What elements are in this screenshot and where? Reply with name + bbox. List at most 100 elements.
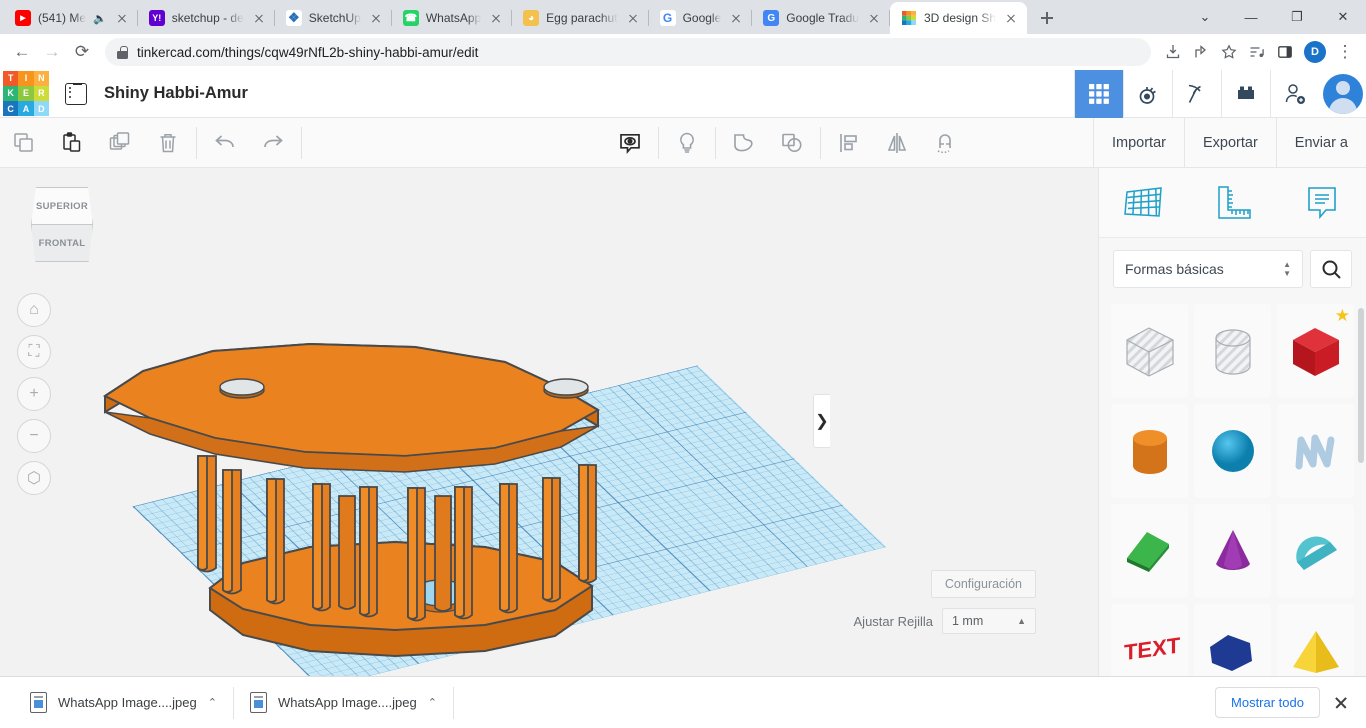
view-cube-front-face[interactable]: FRONTAL: [31, 224, 93, 262]
view-visibility-button[interactable]: [606, 118, 654, 168]
minecraft-pickaxe-icon[interactable]: [1172, 69, 1221, 118]
shape-text[interactable]: TEXT: [1111, 604, 1188, 676]
maximize-button[interactable]: ❐: [1274, 0, 1320, 34]
browser-tab[interactable]: ☎ WhatsApp: [392, 2, 513, 34]
download-item[interactable]: WhatsApp Image....jpeg ⌃: [234, 686, 454, 719]
url-text: tinkercad.com/things/cqw49rNfL2b-shiny-h…: [137, 44, 479, 60]
show-all-downloads-button[interactable]: Mostrar todo: [1215, 687, 1320, 718]
tab-close-icon[interactable]: [488, 10, 504, 26]
redo-button[interactable]: [249, 118, 297, 168]
tab-close-icon[interactable]: [625, 10, 641, 26]
send-to-button[interactable]: Enviar a: [1277, 118, 1366, 168]
reload-button[interactable]: ⟳: [68, 38, 96, 66]
tab-close-icon[interactable]: [114, 10, 130, 26]
minimize-button[interactable]: —: [1228, 0, 1274, 34]
note-tool-icon[interactable]: [1294, 177, 1350, 229]
undo-button[interactable]: [201, 118, 249, 168]
user-avatar[interactable]: [1319, 73, 1366, 114]
panel-collapse-toggle[interactable]: ❯: [813, 394, 830, 448]
browser-tab[interactable]: ❖ SketchUp: [275, 2, 392, 34]
browser-tab[interactable]: G Google: [649, 2, 753, 34]
tab-mute-icon[interactable]: 🔈: [93, 12, 107, 25]
workplane-tool-icon[interactable]: [1116, 177, 1172, 229]
google-translate-icon: G: [763, 10, 780, 26]
shape-cylinder-hole[interactable]: [1194, 304, 1271, 398]
logo-letter: E: [18, 85, 34, 102]
shape-cone[interactable]: [1194, 504, 1271, 598]
share-icon[interactable]: [1188, 39, 1214, 65]
codeblocks-icon[interactable]: [1123, 69, 1172, 118]
browser-tab[interactable]: ▶ (541) Me 🔈: [4, 2, 138, 34]
tab-search-icon[interactable]: ⌄: [1182, 0, 1228, 34]
address-bar[interactable]: tinkercad.com/things/cqw49rNfL2b-shiny-h…: [105, 38, 1151, 66]
shape-box[interactable]: ★: [1277, 304, 1354, 398]
media-control-icon[interactable]: [1244, 39, 1270, 65]
fit-to-view-button[interactable]: ⛶: [17, 335, 51, 369]
browser-menu-icon[interactable]: ⋮: [1332, 39, 1358, 65]
browser-tab[interactable]: G Google Tradu: [752, 2, 890, 34]
lightbulb-hint-button[interactable]: [663, 118, 711, 168]
home-view-button[interactable]: ⌂: [17, 293, 51, 327]
3d-model-two-disc-pillar-stand[interactable]: [95, 338, 745, 676]
panel-scrollbar[interactable]: [1358, 308, 1364, 463]
new-tab-button[interactable]: [1033, 4, 1061, 32]
tinkercad-logo-icon[interactable]: T I N K E R C A D: [3, 70, 49, 117]
magnet-snap-button[interactable]: [921, 118, 969, 168]
invite-person-icon[interactable]: [1270, 69, 1319, 118]
lego-brick-icon[interactable]: [1221, 69, 1270, 118]
side-panel-icon[interactable]: [1272, 39, 1298, 65]
shape-pyramid[interactable]: [1277, 604, 1354, 676]
browser-tab-active[interactable]: 3D design Sh: [889, 2, 1028, 34]
tab-close-icon[interactable]: [866, 10, 882, 26]
mirror-button[interactable]: [873, 118, 921, 168]
import-button[interactable]: Importar: [1094, 117, 1185, 168]
browser-tab[interactable]: Y! sketchup - de: [138, 2, 275, 34]
install-icon[interactable]: [1160, 39, 1186, 65]
project-list-icon[interactable]: [65, 82, 87, 105]
align-button[interactable]: [825, 118, 873, 168]
export-button[interactable]: Exportar: [1185, 117, 1277, 168]
ruler-tool-icon[interactable]: [1205, 177, 1261, 229]
orthographic-toggle-button[interactable]: ⬡: [17, 461, 51, 495]
close-download-bar-icon[interactable]: [1330, 692, 1352, 714]
search-button[interactable]: [1310, 250, 1352, 288]
profile-avatar[interactable]: D: [1304, 41, 1326, 63]
shape-cylinder[interactable]: [1111, 404, 1188, 498]
shape-scribble[interactable]: [1277, 404, 1354, 498]
tab-close-icon[interactable]: [251, 10, 267, 26]
close-window-button[interactable]: ✕: [1320, 0, 1366, 34]
shape-sphere[interactable]: [1194, 404, 1271, 498]
shape-search-row: Formas básicas ▲ ▼: [1099, 238, 1366, 300]
paste-button[interactable]: [48, 118, 96, 168]
page-title[interactable]: Shiny Habbi-Amur: [104, 84, 248, 103]
group-button[interactable]: [720, 118, 768, 168]
bookmark-star-icon[interactable]: [1216, 39, 1242, 65]
ungroup-button[interactable]: [768, 118, 816, 168]
duplicate-button[interactable]: [96, 118, 144, 168]
shape-category-select[interactable]: Formas básicas ▲ ▼: [1113, 250, 1303, 288]
shape-roof[interactable]: [1111, 504, 1188, 598]
delete-button[interactable]: [144, 118, 192, 168]
shape-polygon[interactable]: [1194, 604, 1271, 676]
grid-snap-select[interactable]: 1 mm ▲: [942, 608, 1036, 634]
browser-tab[interactable]: ◕ Egg parachut: [512, 2, 649, 34]
copy-button[interactable]: [0, 118, 48, 168]
shape-box-hole[interactable]: [1111, 304, 1188, 398]
tab-close-icon[interactable]: [728, 10, 744, 26]
download-item[interactable]: WhatsApp Image....jpeg ⌃: [14, 686, 234, 719]
tab-close-icon[interactable]: [368, 10, 384, 26]
tab-close-icon[interactable]: [1003, 10, 1019, 26]
zoom-out-button[interactable]: −: [17, 419, 51, 453]
view-cube-top-face[interactable]: SUPERIOR: [31, 187, 93, 225]
chevron-up-icon[interactable]: ⌃: [208, 696, 217, 709]
settings-button[interactable]: Configuración: [930, 570, 1036, 598]
shape-half-cylinder[interactable]: [1277, 504, 1354, 598]
back-button[interactable]: ←: [8, 38, 36, 66]
forward-button[interactable]: →: [38, 38, 66, 66]
3d-design-grid-icon[interactable]: [1074, 69, 1123, 118]
3d-viewport[interactable]: Plano de trabajo: [0, 168, 1098, 676]
file-icon: [249, 692, 267, 713]
view-cube[interactable]: SUPERIOR FRONTAL: [26, 182, 102, 262]
zoom-in-button[interactable]: +: [17, 377, 51, 411]
chevron-up-icon[interactable]: ⌃: [428, 696, 437, 709]
